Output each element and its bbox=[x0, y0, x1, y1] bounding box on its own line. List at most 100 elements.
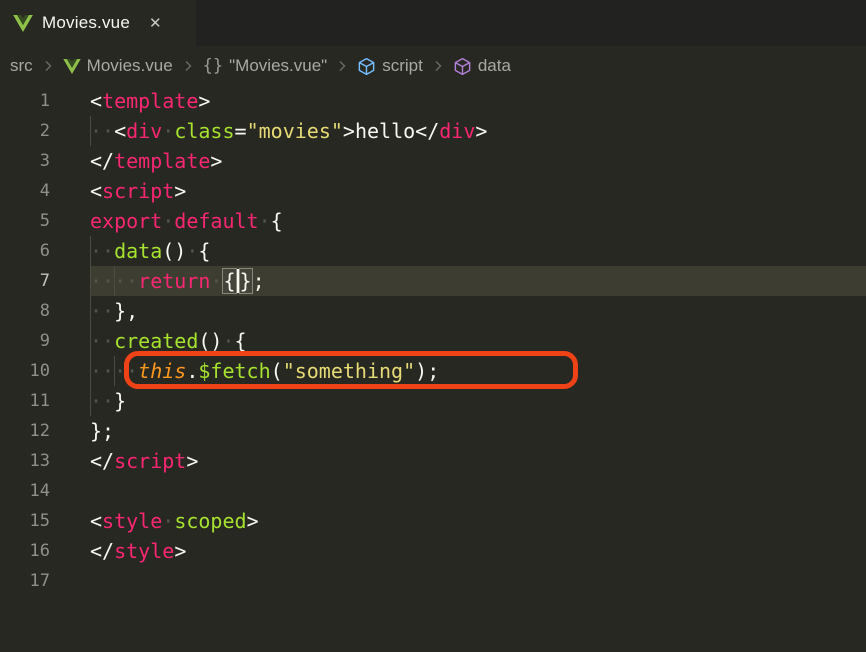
code-line-17[interactable]: 17 bbox=[0, 566, 866, 596]
code-token: · bbox=[222, 329, 235, 353]
code-token: div bbox=[439, 119, 476, 143]
breadcrumb-item-movies-vue[interactable]: Movies.vue bbox=[62, 56, 173, 76]
code-text[interactable]: export·default·{ bbox=[90, 206, 283, 236]
code-token: > bbox=[186, 449, 199, 473]
code-line-13[interactable]: 13 </script> bbox=[0, 446, 866, 476]
code-token: · bbox=[162, 509, 175, 533]
tab-title: Movies.vue bbox=[42, 13, 130, 32]
code-token: $fetch bbox=[198, 359, 271, 383]
code-line-11[interactable]: 11 ··} bbox=[0, 386, 866, 416]
code-token: · bbox=[258, 209, 271, 233]
braces-icon: {} bbox=[202, 56, 224, 76]
code-token: script bbox=[102, 179, 175, 203]
code-text[interactable]: ··<div·class="movies">hello</div> bbox=[90, 116, 487, 146]
code-text[interactable]: ··} bbox=[90, 386, 126, 416]
code-text[interactable]: <template> bbox=[90, 86, 210, 116]
breadcrumb-item-data[interactable]: data bbox=[453, 56, 511, 76]
line-number[interactable]: 6 bbox=[0, 236, 50, 266]
code-line-16[interactable]: 16 </style> bbox=[0, 536, 866, 566]
chevron-right-icon bbox=[334, 58, 350, 74]
code-text[interactable]: ··data()·{ bbox=[90, 236, 210, 266]
code-line-5[interactable]: 5 export·default·{ bbox=[0, 206, 866, 236]
code-token: () bbox=[198, 329, 223, 353]
code-token: </ bbox=[90, 449, 115, 473]
code-token: template bbox=[102, 89, 199, 113]
code-text[interactable]: ····return·{}; bbox=[90, 266, 265, 296]
code-line-15[interactable]: 15 <style·scoped> bbox=[0, 506, 866, 536]
code-token: "something" bbox=[282, 359, 416, 383]
code-token: data bbox=[114, 239, 163, 263]
code-token: ·· bbox=[90, 119, 115, 143]
code-token: }, bbox=[114, 299, 139, 323]
code-token: ·· bbox=[90, 329, 115, 353]
line-number[interactable]: 3 bbox=[0, 146, 50, 176]
code-token: ( bbox=[270, 359, 283, 383]
code-line-2[interactable]: 2 ··<div·class="movies">hello</div> bbox=[0, 116, 866, 146]
code-text[interactable]: </template> bbox=[90, 146, 222, 176]
line-number[interactable]: 2 bbox=[0, 116, 50, 146]
code-token: this bbox=[138, 359, 187, 383]
code-line-12[interactable]: 12}; bbox=[0, 416, 866, 446]
code-token: > bbox=[246, 509, 259, 533]
line-number[interactable]: 17 bbox=[0, 566, 50, 596]
line-number[interactable]: 9 bbox=[0, 326, 50, 356]
line-number[interactable]: 1 bbox=[0, 86, 50, 116]
code-token: > bbox=[198, 89, 211, 113]
line-number[interactable]: 7 bbox=[0, 266, 50, 296]
code-text[interactable]: <script> bbox=[90, 176, 186, 206]
breadcrumb-label: script bbox=[382, 56, 423, 75]
text-cursor bbox=[236, 269, 239, 293]
line-number[interactable]: 15 bbox=[0, 506, 50, 536]
breadcrumb-item-movies-vue[interactable]: {} "Movies.vue" bbox=[203, 56, 328, 76]
code-line-7[interactable]: 7 ····return·{}; bbox=[0, 266, 866, 296]
code-line-14[interactable]: 14 bbox=[0, 476, 866, 506]
code-text[interactable]: </style> bbox=[90, 536, 186, 566]
symbol-cube-icon bbox=[453, 57, 472, 76]
code-token: . bbox=[186, 359, 199, 383]
line-number[interactable]: 5 bbox=[0, 206, 50, 236]
code-token: = bbox=[234, 119, 247, 143]
line-number[interactable]: 8 bbox=[0, 296, 50, 326]
breadcrumb-item-src[interactable]: src bbox=[10, 56, 33, 76]
code-token: ; bbox=[252, 269, 265, 293]
code-token: scoped bbox=[174, 509, 247, 533]
code-token: { bbox=[198, 239, 211, 263]
editor[interactable]: 1 <template> 2 ··<div·class="movies">hello<… bbox=[0, 86, 866, 596]
tab-movies-vue[interactable]: Movies.vue ✕ bbox=[0, 0, 196, 46]
code-token: </ bbox=[90, 539, 115, 563]
code-text[interactable]: </script> bbox=[90, 446, 198, 476]
code-token: default bbox=[174, 209, 259, 233]
breadcrumb-label: Movies.vue bbox=[86, 56, 173, 75]
code-line-4[interactable]: 4 <script> bbox=[0, 176, 866, 206]
breadcrumb: src Movies.vue {} "Movies.vue" script data bbox=[0, 46, 866, 86]
code-token: ·· bbox=[90, 299, 115, 323]
line-number[interactable]: 12 bbox=[0, 416, 50, 446]
tab-close-icon[interactable]: ✕ bbox=[145, 12, 166, 34]
code-token: div bbox=[126, 119, 163, 143]
line-number[interactable]: 11 bbox=[0, 386, 50, 416]
code-text[interactable]: ··}, bbox=[90, 296, 138, 326]
line-number[interactable]: 16 bbox=[0, 536, 50, 566]
code-text[interactable]: ··created()·{ bbox=[90, 326, 247, 356]
tabstrip-empty-area bbox=[196, 0, 866, 46]
line-number[interactable]: 10 bbox=[0, 356, 50, 386]
code-line-10[interactable]: 10 ····this.$fetch("something"); bbox=[0, 351, 866, 389]
code-token: < bbox=[114, 119, 127, 143]
code-line-6[interactable]: 6 ··data()·{ bbox=[0, 236, 866, 266]
code-token: > bbox=[342, 119, 355, 143]
code-token: { bbox=[234, 329, 247, 353]
code-text[interactable]: }; bbox=[90, 416, 114, 446]
code-token: } bbox=[114, 389, 127, 413]
code-line-9[interactable]: 9 ··created()·{ bbox=[0, 326, 866, 356]
line-number[interactable]: 13 bbox=[0, 446, 50, 476]
code-text[interactable]: <style·scoped> bbox=[90, 506, 259, 536]
code-token: < bbox=[90, 89, 103, 113]
line-number[interactable]: 4 bbox=[0, 176, 50, 206]
code-line-1[interactable]: 1 <template> bbox=[0, 86, 866, 116]
line-number[interactable]: 14 bbox=[0, 476, 50, 506]
code-line-3[interactable]: 3 </template> bbox=[0, 146, 866, 176]
code-text[interactable]: ····this.$fetch("something"); bbox=[90, 356, 439, 386]
code-line-8[interactable]: 8 ··}, bbox=[0, 296, 866, 326]
breadcrumb-item-script[interactable]: script bbox=[357, 56, 423, 76]
tab-bar: Movies.vue ✕ bbox=[0, 0, 866, 46]
